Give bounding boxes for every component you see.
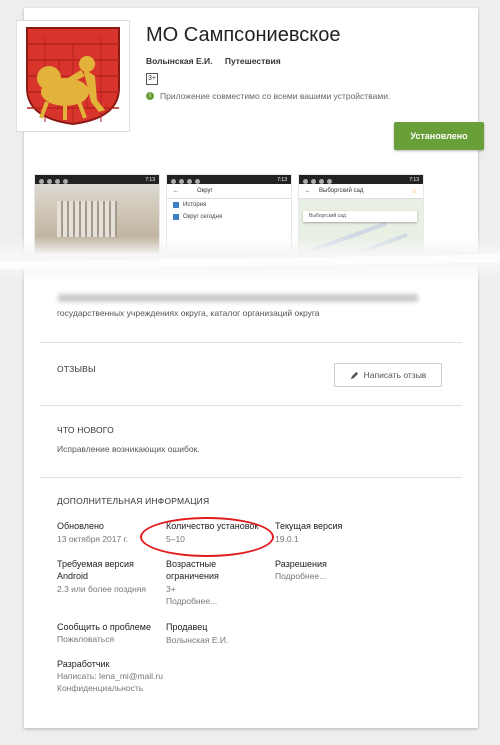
developer-email-link[interactable]: Написать: lena_mi@mail.ru (57, 670, 257, 682)
highlight-oval (140, 517, 274, 557)
blurred-text (58, 294, 418, 302)
compat-text: Приложение совместимо со всеми вашими ус… (160, 91, 391, 101)
privacy-link[interactable]: Конфиденциальность (57, 682, 257, 694)
back-arrow-icon: ← (173, 188, 179, 194)
info-icon: i (146, 92, 154, 100)
permissions-field: Разрешения Подробнее... (275, 558, 385, 582)
reviews-heading: ОТЗЫВЫ (57, 364, 96, 374)
coat-of-arms-logo (16, 20, 130, 132)
whats-new-heading: ЧТО НОВОГО (57, 425, 114, 435)
pencil-icon (350, 371, 358, 379)
version-field: Текущая версия 19.0.1 (275, 521, 343, 544)
write-review-button[interactable]: Написать отзыв (334, 363, 442, 387)
android-field: Требуемая версия Android 2.3 или более п… (57, 559, 146, 594)
category-link[interactable]: Путешествия (225, 56, 281, 66)
app-title: МО Сампсониевское (146, 24, 341, 46)
back-arrow-icon: ← (305, 188, 311, 194)
report-link[interactable]: Пожаловаться (57, 633, 167, 645)
developer-field: Разработчик Написать: lena_mi@mail.ru Ко… (57, 658, 257, 694)
age-field: Возрастные ограничения 3+ Подробнее... (166, 558, 276, 607)
app-meta: Волынская Е.И. Путешествия (146, 56, 291, 66)
developer-link[interactable]: Волынская Е.И. (146, 56, 212, 66)
report-field: Сообщить о проблеме Пожаловаться (57, 621, 167, 645)
additional-info-heading: ДОПОЛНИТЕЛЬНАЯ ИНФОРМАЦИЯ (57, 496, 210, 506)
seller-field: Продавец Волынская Е.И. (166, 622, 229, 645)
age-more-link[interactable]: Подробнее... (166, 595, 276, 607)
permissions-more-link[interactable]: Подробнее... (275, 570, 385, 582)
star-icon: ☆ (411, 188, 417, 195)
compat-note: i Приложение совместимо со всеми вашими … (146, 91, 390, 101)
description-text: государственных учреждениях округа, ката… (57, 308, 320, 318)
install-button[interactable]: Установлено (394, 122, 484, 150)
whats-new-text: Исправление возникающих ошибок. (57, 444, 200, 454)
age-rating-badge: 3+ (146, 73, 158, 85)
